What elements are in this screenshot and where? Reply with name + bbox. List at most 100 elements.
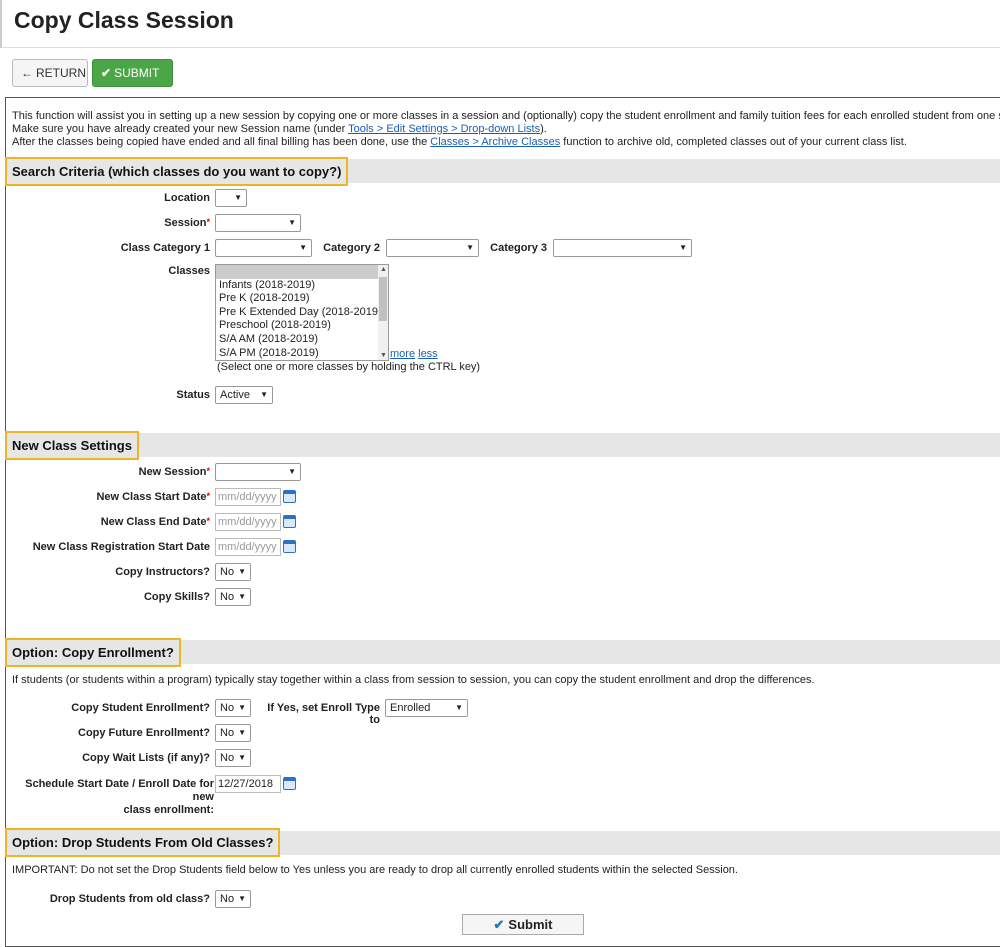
start-date-label: New Class Start Date* xyxy=(20,491,210,503)
new-class-section-bar xyxy=(5,433,1000,457)
copy-wait-select[interactable]: No ▼ xyxy=(215,749,251,767)
schedule-start-input[interactable]: 12/27/2018 xyxy=(215,775,281,793)
drop-students-label: Drop Students from old class? xyxy=(49,893,210,905)
status-select[interactable]: Active ▼ xyxy=(215,386,273,404)
bottom-submit-label: Submit xyxy=(508,917,553,932)
schedule-start-label: Schedule Start Date / Enroll Date for ne… xyxy=(10,778,214,817)
copy-student-label: Copy Student Enrollment? xyxy=(71,702,210,714)
intro-line-2-pre: Make sure you have already created your … xyxy=(12,123,349,135)
copy-student-value: No xyxy=(220,702,235,714)
copy-future-value: No xyxy=(220,727,235,739)
chevron-down-icon: ▼ xyxy=(238,753,246,762)
chevron-down-icon: ▼ xyxy=(238,728,246,737)
enroll-type-value: Enrolled xyxy=(390,702,431,714)
edit-settings-link[interactable]: Tools > Edit Settings > Drop-down Lists xyxy=(348,123,540,135)
return-label: RETURN xyxy=(36,66,86,80)
class-option[interactable] xyxy=(216,265,388,279)
class-option[interactable]: Pre K Extended Day (2018-2019) xyxy=(216,306,388,320)
enrollment-section-title: Option: Copy Enrollment? xyxy=(5,638,181,667)
archive-classes-link[interactable]: Classes > Archive Classes xyxy=(430,136,560,148)
start-date-input[interactable]: mm/dd/yyyy xyxy=(215,488,281,506)
category-3-select[interactable]: ▼ xyxy=(553,239,692,257)
calendar-icon[interactable] xyxy=(283,515,296,528)
required-marker: * xyxy=(206,491,210,501)
end-date-input[interactable]: mm/dd/yyyy xyxy=(215,513,281,531)
less-link[interactable]: less xyxy=(418,348,438,360)
scroll-down-icon[interactable]: ▼ xyxy=(380,352,387,359)
return-button[interactable]: ← RETURN xyxy=(12,59,88,87)
scroll-thumb[interactable] xyxy=(379,277,387,321)
status-label: Status xyxy=(176,389,210,401)
new-class-section-title: New Class Settings xyxy=(5,431,139,460)
new-session-label-text: New Session xyxy=(138,466,207,478)
more-link[interactable]: more xyxy=(390,348,415,360)
drop-important-text: IMPORTANT: Do not set the Drop Students … xyxy=(12,864,738,876)
end-date-label-text: New Class End Date xyxy=(100,516,207,528)
classes-label: Classes xyxy=(168,265,210,277)
reg-start-input[interactable]: mm/dd/yyyy xyxy=(215,538,281,556)
new-session-label: New Session* xyxy=(20,466,210,478)
location-select[interactable]: ▼ xyxy=(215,189,247,207)
copy-skills-select[interactable]: No ▼ xyxy=(215,588,251,606)
enroll-type-select[interactable]: Enrolled ▼ xyxy=(385,699,468,717)
status-value: Active xyxy=(220,389,250,401)
calendar-icon[interactable] xyxy=(283,777,296,790)
page-title: Copy Class Session xyxy=(14,7,234,33)
copy-instructors-value: No xyxy=(220,566,235,578)
class-option[interactable]: Infants (2018-2019) xyxy=(216,279,388,293)
new-session-select[interactable]: ▼ xyxy=(215,463,301,481)
copy-skills-value: No xyxy=(220,591,235,603)
class-category-1-select[interactable]: ▼ xyxy=(215,239,312,257)
title-bar: Copy Class Session xyxy=(0,0,1000,48)
chevron-down-icon: ▼ xyxy=(455,703,463,712)
listbox-scrollbar[interactable]: ▲ ▼ xyxy=(378,265,388,360)
end-date-label: New Class End Date* xyxy=(20,516,210,528)
check-icon: ✔ xyxy=(101,66,112,80)
chevron-down-icon: ▼ xyxy=(466,243,474,252)
bottom-submit-button[interactable]: ✔ Submit xyxy=(462,914,584,935)
calendar-icon[interactable] xyxy=(283,490,296,503)
more-less-links: more less xyxy=(390,348,438,360)
chevron-down-icon: ▼ xyxy=(288,218,296,227)
required-marker: * xyxy=(206,217,210,227)
class-option[interactable]: S/A AM (2018-2019) xyxy=(216,333,388,347)
check-icon: ✔ xyxy=(493,916,505,932)
arrow-left-icon: ← xyxy=(21,66,33,80)
drop-students-select[interactable]: No ▼ xyxy=(215,890,251,908)
chevron-down-icon: ▼ xyxy=(238,703,246,712)
category-3-label: Category 3 xyxy=(490,242,547,254)
copy-skills-label: Copy Skills? xyxy=(143,591,210,603)
classes-hint: (Select one or more classes by holding t… xyxy=(217,361,481,373)
chevron-down-icon: ▼ xyxy=(679,243,687,252)
chevron-down-icon: ▼ xyxy=(260,390,268,399)
category-2-select[interactable]: ▼ xyxy=(386,239,479,257)
search-section-title: Search Criteria (which classes do you wa… xyxy=(5,157,349,186)
copy-future-label: Copy Future Enrollment? xyxy=(78,727,210,739)
class-option[interactable]: Preschool (2018-2019) xyxy=(216,319,388,333)
chevron-down-icon: ▼ xyxy=(234,193,242,202)
location-label: Location xyxy=(164,192,210,204)
enrollment-description: If students (or students within a progra… xyxy=(12,674,815,686)
copy-student-select[interactable]: No ▼ xyxy=(215,699,251,717)
class-option[interactable]: Pre K (2018-2019) xyxy=(216,292,388,306)
enroll-type-label: If Yes, set Enroll Type to xyxy=(267,702,380,726)
required-marker: * xyxy=(206,466,210,476)
class-option[interactable]: S/A PM (2018-2019) xyxy=(216,347,388,360)
copy-instructors-label: Copy Instructors? xyxy=(115,566,210,578)
copy-instructors-select[interactable]: No ▼ xyxy=(215,563,251,581)
copy-wait-label: Copy Wait Lists (if any)? xyxy=(82,752,210,764)
intro-line-2-post: ). xyxy=(540,123,547,135)
classes-listbox[interactable]: Infants (2018-2019) Pre K (2018-2019) Pr… xyxy=(215,264,389,361)
scroll-up-icon[interactable]: ▲ xyxy=(380,266,387,273)
calendar-icon[interactable] xyxy=(283,540,296,553)
chevron-down-icon: ▼ xyxy=(238,894,246,903)
session-select[interactable]: ▼ xyxy=(215,214,301,232)
drop-section-title: Option: Drop Students From Old Classes? xyxy=(5,828,281,857)
schedule-start-label-2: class enrollment: xyxy=(123,804,214,816)
class-category-1-label: Class Category 1 xyxy=(120,242,210,254)
submit-button[interactable]: ✔ SUBMIT xyxy=(92,59,173,87)
copy-future-select[interactable]: No ▼ xyxy=(215,724,251,742)
intro-line-3-pre: After the classes being copied have ende… xyxy=(12,136,431,148)
chevron-down-icon: ▼ xyxy=(288,467,296,476)
copy-wait-value: No xyxy=(220,752,235,764)
